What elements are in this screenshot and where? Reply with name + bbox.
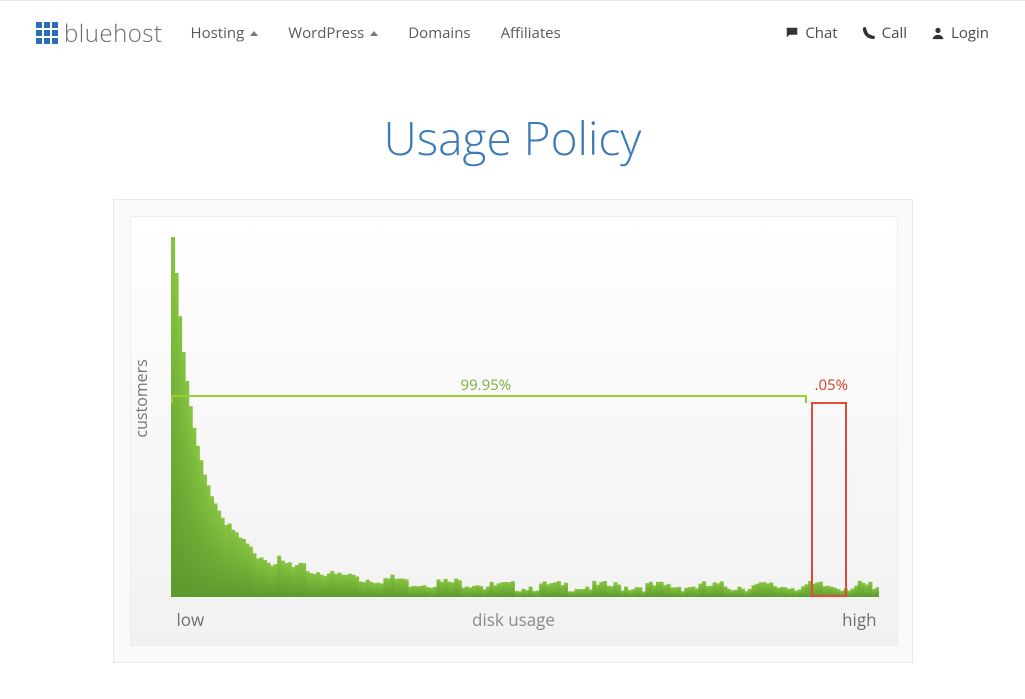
login-label: Login bbox=[951, 23, 989, 43]
call-link[interactable]: Call bbox=[862, 23, 907, 43]
header-right: Chat Call Login bbox=[785, 23, 989, 43]
login-link[interactable]: Login bbox=[931, 23, 989, 43]
nav-hosting-label: Hosting bbox=[191, 23, 245, 43]
nav-hosting[interactable]: Hosting bbox=[191, 23, 259, 43]
call-label: Call bbox=[882, 23, 907, 43]
nav-domains[interactable]: Domains bbox=[408, 23, 470, 43]
caret-up-icon bbox=[370, 31, 378, 36]
chart-plot: 99.95% .05% bbox=[171, 237, 877, 595]
grid-icon bbox=[36, 22, 58, 44]
nav-affiliates[interactable]: Affiliates bbox=[501, 23, 561, 43]
phone-icon bbox=[862, 26, 876, 40]
xtick-high: high bbox=[842, 608, 876, 631]
brand-name: bluehost bbox=[64, 17, 163, 50]
chart-svg bbox=[171, 237, 879, 597]
chat-icon bbox=[785, 26, 799, 40]
user-icon bbox=[931, 26, 945, 40]
annotation-high-pct: .05% bbox=[815, 375, 849, 395]
brand[interactable]: bluehost bbox=[36, 17, 163, 50]
chart-xlabel: disk usage bbox=[472, 608, 555, 631]
chat-link[interactable]: Chat bbox=[785, 23, 837, 43]
bracket-low bbox=[171, 395, 807, 403]
header: bluehost Hosting WordPress Domains Affil… bbox=[0, 1, 1025, 65]
chart: customers 99.95% .05% low high disk usag… bbox=[130, 216, 898, 646]
xtick-low: low bbox=[177, 608, 205, 631]
nav-domains-label: Domains bbox=[408, 23, 470, 43]
chart-card: customers 99.95% .05% low high disk usag… bbox=[113, 199, 913, 663]
page-title: Usage Policy bbox=[0, 107, 1025, 169]
highlight-high bbox=[811, 402, 847, 597]
caret-up-icon bbox=[250, 31, 258, 36]
annotation-low-pct: 99.95% bbox=[461, 375, 512, 395]
main-nav: Hosting WordPress Domains Affiliates bbox=[191, 23, 561, 43]
nav-wordpress-label: WordPress bbox=[288, 23, 364, 43]
nav-affiliates-label: Affiliates bbox=[501, 23, 561, 43]
chart-ylabel: customers bbox=[130, 359, 152, 437]
nav-wordpress[interactable]: WordPress bbox=[288, 23, 378, 43]
chat-label: Chat bbox=[805, 23, 837, 43]
